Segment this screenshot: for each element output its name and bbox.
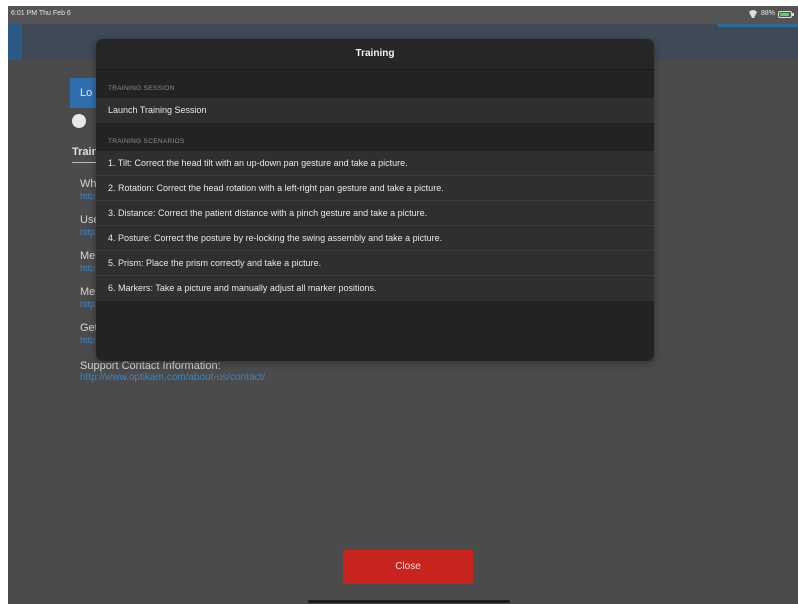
status-bar: 6:01 PM Thu Feb 6 88% [8, 6, 798, 22]
support-contact: Support Contact Information: http://www.… [80, 360, 265, 384]
launch-training-session-row[interactable]: Launch Training Session [96, 98, 654, 123]
background-item-link: http [80, 263, 96, 273]
status-right: 88% [748, 6, 794, 22]
background-item-link: http [80, 299, 96, 309]
battery-percent: 88% [760, 10, 775, 17]
status-time: 6:01 PM Thu Feb 6 [11, 10, 71, 17]
scenario-markers[interactable]: 6. Markers: Take a picture and manually … [96, 276, 654, 301]
scenario-distance[interactable]: 3. Distance: Correct the patient distanc… [96, 201, 654, 226]
section-label-training-scenarios: TRAINING SCENARIOS [108, 138, 185, 145]
background-nav-left-button [8, 24, 22, 60]
section-label-training-session: TRAINING SESSION [108, 85, 175, 92]
scenario-prism[interactable]: 5. Prism: Place the prism correctly and … [96, 251, 654, 276]
session-list: Launch Training Session [96, 98, 654, 123]
background-item: Me http [80, 286, 95, 310]
battery-icon [778, 10, 794, 18]
support-link[interactable]: http://www.optikam.com/about-us/contact/ [80, 372, 265, 384]
training-modal: Training TRAINING SESSION Launch Trainin… [96, 39, 654, 361]
scenario-rotation[interactable]: 2. Rotation: Correct the head rotation w… [96, 176, 654, 201]
close-button[interactable]: Close [343, 550, 473, 584]
wifi-icon [748, 10, 758, 18]
background-item: Wh http [80, 178, 97, 202]
scenario-tilt[interactable]: 1. Tilt: Correct the head tilt with an u… [96, 151, 654, 176]
home-indicator [308, 600, 510, 603]
scenario-list: 1. Tilt: Correct the head tilt with an u… [96, 151, 654, 301]
background-item: Me http [80, 250, 95, 274]
background-item-link: http [80, 191, 96, 201]
background-heading: Train [72, 146, 99, 158]
background-nav-right-accent [718, 24, 798, 27]
scenario-posture[interactable]: 4. Posture: Correct the posture by re-lo… [96, 226, 654, 251]
app-screen: 6:01 PM Thu Feb 6 88% Lo Train Wh http U… [8, 6, 798, 604]
background-item-label: Me [80, 286, 96, 298]
modal-title: Training [96, 39, 654, 70]
support-label: Support Contact Information: [80, 360, 221, 372]
background-item-label: Wh [80, 178, 97, 190]
background-radio-icon [72, 114, 86, 128]
background-item-label: Me [80, 250, 96, 262]
